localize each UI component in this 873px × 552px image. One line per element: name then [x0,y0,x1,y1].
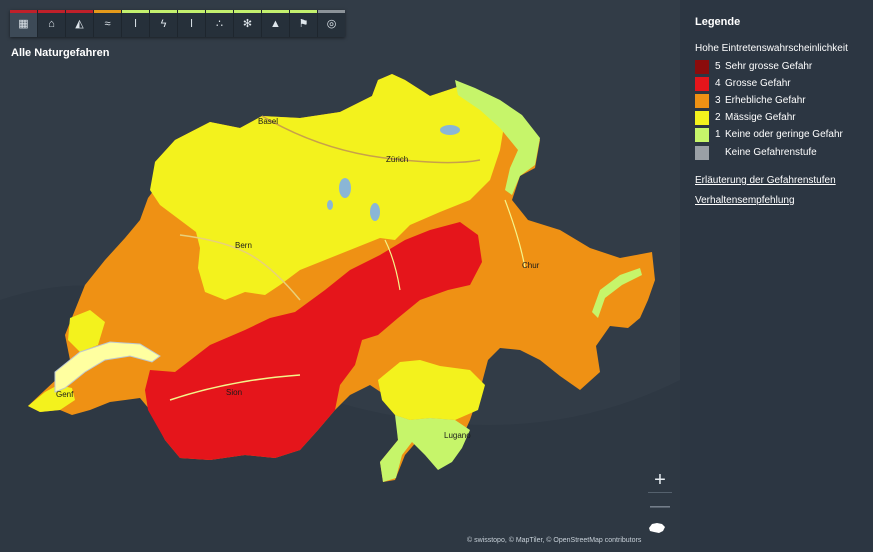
legend-swatch [695,93,709,108]
behaviour-recommendation-link[interactable]: Verhaltensempfehlung [695,195,795,206]
mountain-icon: ▲ [270,17,281,30]
legend-swatch [695,145,709,160]
city-label-basel: Basel [258,117,279,126]
hazard-toolbar: ▦ ⌂ ◭ ≈ ǀ ϟ ǀ ∴ ✻ ▲ ⚑ ◎ [10,10,345,37]
lightning-icon: ϟ [160,17,167,30]
city-label-sion: Sion [226,388,243,397]
zoom-out-button[interactable]: — [648,494,672,518]
fire-flag-icon: ⚑ [298,18,309,30]
legend-swatch [695,110,709,125]
map-view[interactable]: ▦ ⌂ ◭ ≈ ǀ ϟ ǀ ∴ ✻ ▲ ⚑ ◎ Alle Naturgefahr… [0,0,680,552]
city-label-genf: Genf [56,390,74,399]
legend-level-number: 4 [715,78,721,89]
thermometer-icon: ǀ [134,17,137,30]
legend-level-number: 2 [715,112,721,123]
hazard-map [0,0,680,552]
legend-swatch [695,127,709,142]
legend-label: Keine Gefahrenstufe [725,147,817,158]
reset-view-button[interactable] [648,522,672,544]
forest-fire-button[interactable]: ⚑ [290,10,318,37]
city-label-lugano: Lugano [444,431,471,440]
legend-level-number: 3 [715,95,721,106]
heat-button[interactable]: ǀ [122,10,150,37]
avalanche-icon: ◭ [75,18,84,30]
map-title: Alle Naturgefahren [11,47,110,59]
legend-swatch [695,59,709,74]
rain-button[interactable]: ∴ [206,10,234,37]
wind-icon: ≈ [104,17,111,30]
grid-icon: ▦ [18,18,29,30]
legend-item-level-3: 3 Erhebliche Gefahr [695,93,806,108]
flood-button[interactable]: ⌂ [38,10,66,37]
seismic-icon: ◎ [326,18,337,30]
avalanche-button[interactable]: ◭ [66,10,94,37]
map-attribution: © swisstopo, © MapTiler, © OpenStreetMap… [467,537,642,544]
legend-label: Grosse Gefahr [725,78,791,89]
legend-title: Legende [695,16,741,28]
drops-icon: ∴ [216,18,223,30]
legend-item-level-2: 2 Mässige Gefahr [695,110,796,125]
earthquake-button[interactable]: ◎ [318,10,345,37]
danger-levels-explanation-link[interactable]: Erläuterung der Gefahrenstufen [695,175,836,186]
legend-level-number: 5 [715,61,721,72]
legend-label: Keine oder geringe Gefahr [725,129,843,140]
city-label-bern: Bern [235,241,252,250]
landslide-button[interactable]: ▲ [262,10,290,37]
legend-item-level-5: 5 Sehr grosse Gefahr [695,59,812,74]
zoom-in-button[interactable]: + [648,468,672,493]
legend-level-number: 1 [715,129,721,140]
snow-button[interactable]: ✻ [234,10,262,37]
snowflake-icon: ✻ [242,18,253,30]
legend-label: Erhebliche Gefahr [725,95,806,106]
frost-button[interactable]: ǀ [178,10,206,37]
thunderstorm-button[interactable]: ϟ [150,10,178,37]
house-icon: ⌂ [48,17,55,30]
thermometer-icon: ǀ [190,17,193,30]
all-hazards-button[interactable]: ▦ [10,10,38,37]
legend-panel: Legende Hohe Eintretenswahrscheinlichkei… [680,0,873,552]
legend-label: Sehr grosse Gefahr [725,61,813,72]
city-label-zurich: Zürich [386,155,409,164]
wind-button[interactable]: ≈ [94,10,122,37]
switzerland-icon [649,523,665,533]
legend-item-level-4: 4 Grosse Gefahr [695,76,791,91]
legend-label: Mässige Gefahr [725,112,796,123]
legend-subtitle: Hohe Eintretenswahrscheinlichkeit [695,43,848,54]
city-label-chur: Chur [522,261,540,270]
legend-item-level-1: 1 Keine oder geringe Gefahr [695,127,843,142]
legend-swatch [695,76,709,91]
legend-item-no-level: Keine Gefahrenstufe [695,145,817,160]
